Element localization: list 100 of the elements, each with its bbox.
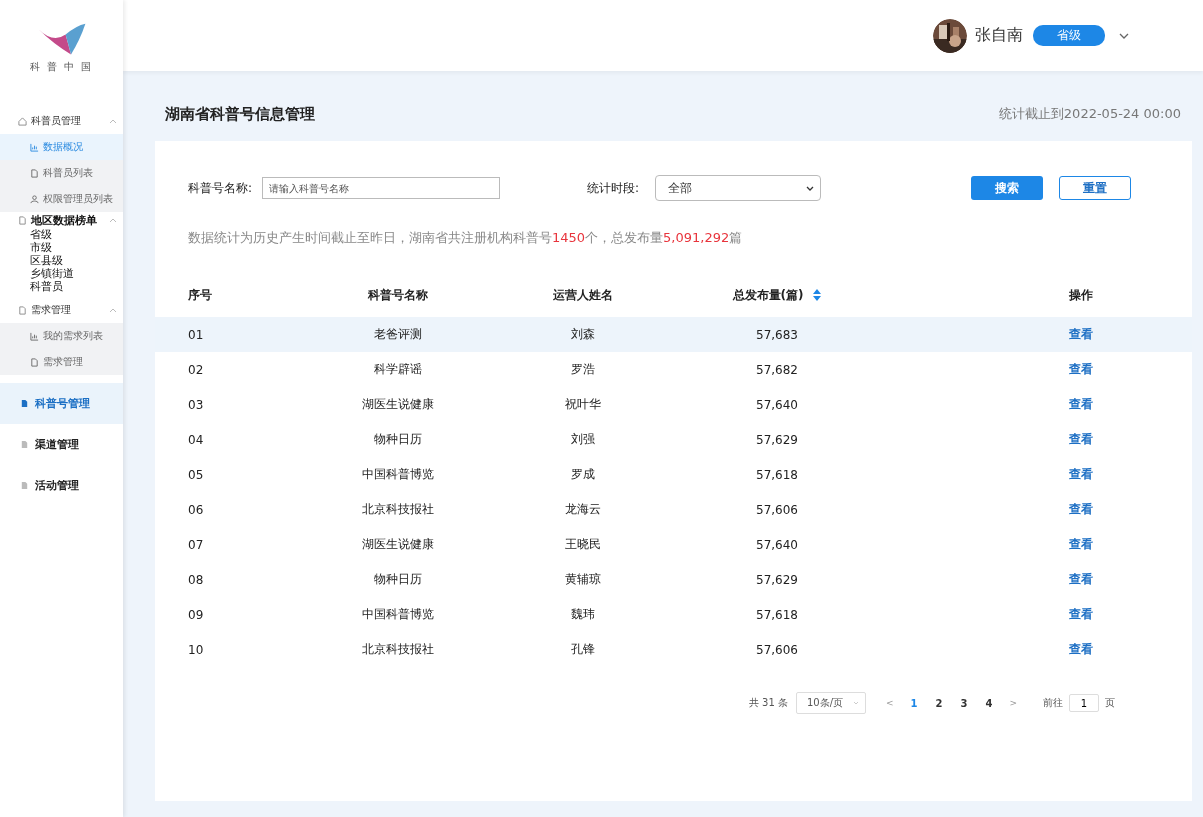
view-link[interactable]: 查看 bbox=[1069, 327, 1093, 341]
menu-group[interactable]: 需求管理 bbox=[0, 297, 123, 323]
nav-item-label: 科普号管理 bbox=[35, 396, 90, 411]
page-number[interactable]: 2 bbox=[930, 697, 948, 709]
search-field[interactable]: 请输入科普号名称 bbox=[262, 177, 501, 199]
page-number[interactable]: 4 bbox=[980, 697, 998, 709]
page-title: 湖南省科普号信息管理 bbox=[165, 104, 315, 124]
table-cell-text: 57,629 bbox=[755, 432, 799, 447]
view-link[interactable]: 查看 bbox=[1069, 607, 1093, 621]
table-cell-text: 57,682 bbox=[755, 362, 799, 377]
column-header: 操作 bbox=[1068, 286, 1094, 304]
table-cell-text: 03 bbox=[187, 397, 205, 412]
user-name: 张自南 bbox=[975, 25, 1023, 46]
table-cell-text: 01 bbox=[187, 327, 205, 342]
menu-item[interactable]: 科普员 bbox=[0, 280, 123, 293]
nav-item-label: 活动管理 bbox=[35, 478, 79, 493]
table-cell-text: 北京科技报社 bbox=[361, 641, 435, 658]
chevron-up-icon bbox=[109, 307, 117, 313]
menu-group-label: 需求管理 bbox=[31, 303, 71, 317]
table-cell-text: 02 bbox=[187, 362, 205, 377]
view-link[interactable]: 查看 bbox=[1069, 642, 1093, 656]
table-cell-text: 祝叶华 bbox=[564, 396, 602, 413]
document-icon bbox=[30, 168, 39, 178]
document-icon bbox=[20, 481, 29, 490]
view-link[interactable]: 查看 bbox=[1069, 502, 1093, 516]
menu-item[interactable]: 乡镇街道 bbox=[0, 267, 123, 280]
logo-text: 科 普 中 国 bbox=[29, 60, 94, 74]
nav-item[interactable]: 渠道管理 bbox=[0, 424, 123, 465]
table-cell-text: 黄辅琼 bbox=[564, 571, 602, 588]
table-cell-text: 10 bbox=[187, 642, 205, 657]
period-dropdown[interactable]: 全部 bbox=[655, 175, 822, 201]
next-page-button[interactable]: > bbox=[1005, 698, 1021, 708]
table-cell-text: 刘森 bbox=[570, 326, 596, 343]
role-badge: 省级 bbox=[1033, 25, 1105, 46]
chevron-up-icon bbox=[109, 118, 117, 124]
document-icon bbox=[18, 305, 27, 315]
reset-button[interactable]: 重置 bbox=[1059, 176, 1131, 200]
menu-group[interactable]: 地区数据榜单 bbox=[0, 212, 123, 228]
column-header: 科普号名称 bbox=[367, 286, 429, 304]
table-cell-text: 中国科普博览 bbox=[361, 466, 435, 483]
menu-item[interactable]: 科普员列表 bbox=[0, 160, 123, 186]
view-link[interactable]: 查看 bbox=[1069, 432, 1093, 446]
table-cell-text: 57,606 bbox=[755, 642, 799, 657]
person-icon bbox=[30, 194, 39, 204]
view-link[interactable]: 查看 bbox=[1069, 362, 1093, 376]
menu-item-label: 数据概况 bbox=[43, 140, 83, 154]
sort-icon bbox=[813, 289, 822, 301]
menu-item[interactable]: 省级 bbox=[0, 228, 123, 241]
table-cell-text: 湖医生说健康 bbox=[361, 536, 435, 553]
page-size-dropdown[interactable]: 10条/页 bbox=[795, 692, 867, 714]
nav-item[interactable]: 科普号管理 bbox=[0, 383, 123, 424]
view-link[interactable]: 查看 bbox=[1069, 537, 1093, 551]
menu-item-label: 科普员列表 bbox=[43, 166, 93, 180]
menu-item-label: 我的需求列表 bbox=[43, 329, 103, 343]
column-header[interactable]: 总发布量(篇) bbox=[732, 286, 804, 304]
total-count: 共 31 条 bbox=[748, 696, 788, 710]
document-icon bbox=[18, 215, 27, 225]
table-cell-text: 北京科技报社 bbox=[361, 501, 435, 518]
chevron-up-icon bbox=[109, 217, 117, 223]
table-cell-text: 魏玮 bbox=[570, 606, 596, 623]
table-cell-text: 老爸评测 bbox=[373, 326, 423, 343]
menu-item[interactable]: 权限管理员列表 bbox=[0, 186, 123, 212]
chart-icon bbox=[30, 142, 39, 152]
page-input[interactable]: 1 bbox=[1069, 694, 1099, 712]
menu-item[interactable]: 我的需求列表 bbox=[0, 323, 123, 349]
view-link[interactable]: 查看 bbox=[1069, 397, 1093, 411]
highlighted-row[interactable]: 01 老爸评测 刘森 57,683 查看 bbox=[155, 317, 1192, 352]
table-cell-text: 中国科普博览 bbox=[361, 606, 435, 623]
view-link[interactable]: 查看 bbox=[1069, 467, 1093, 481]
caret-icon bbox=[1119, 32, 1129, 39]
table-cell-text: 王晓民 bbox=[564, 536, 602, 553]
column-header: 序号 bbox=[187, 286, 213, 304]
table-cell-text: 刘强 bbox=[570, 431, 596, 448]
menu-item[interactable]: 区县级 bbox=[0, 254, 123, 267]
table-cell-text: 57,606 bbox=[755, 502, 799, 517]
previous-page-button[interactable]: < bbox=[882, 698, 898, 708]
table-cell-text: 57,629 bbox=[755, 572, 799, 587]
table-cell-text: 04 bbox=[187, 432, 205, 447]
menu-group[interactable]: 科普员管理 bbox=[0, 108, 123, 134]
menu-item[interactable]: 数据概况 bbox=[0, 134, 123, 160]
view-link[interactable]: 查看 bbox=[1069, 572, 1093, 586]
table-cell-text: 08 bbox=[187, 572, 205, 587]
menu-group-label: 科普员管理 bbox=[31, 114, 81, 128]
table-cell-text: 湖医生说健康 bbox=[361, 396, 435, 413]
search-button[interactable]: 搜索 bbox=[971, 176, 1043, 200]
menu-item[interactable]: 市级 bbox=[0, 241, 123, 254]
table-cell-text: 57,640 bbox=[755, 397, 799, 412]
table-cell-text: 物种日历 bbox=[373, 571, 423, 588]
nav-item[interactable]: 活动管理 bbox=[0, 465, 123, 506]
menu-item[interactable]: 需求管理 bbox=[0, 349, 123, 375]
page-number[interactable]: 3 bbox=[955, 697, 973, 709]
page-number[interactable]: 1 bbox=[905, 697, 923, 709]
table-cell-text: 科学辟谣 bbox=[373, 361, 423, 378]
table-cell-text: 龙海云 bbox=[564, 501, 602, 518]
menu-item-label: 权限管理员列表 bbox=[43, 192, 113, 206]
column-header: 运营人姓名 bbox=[552, 286, 614, 304]
summary-text: 数据统计为历史产生时间截止至昨日，湖南省共注册机构科普号1450个，总发布量5,091,292篇 bbox=[187, 229, 744, 247]
goto-label: 前往 bbox=[1043, 696, 1063, 710]
table-cell-text: 孔锋 bbox=[570, 641, 596, 658]
table-cell-text: 罗成 bbox=[570, 466, 596, 483]
